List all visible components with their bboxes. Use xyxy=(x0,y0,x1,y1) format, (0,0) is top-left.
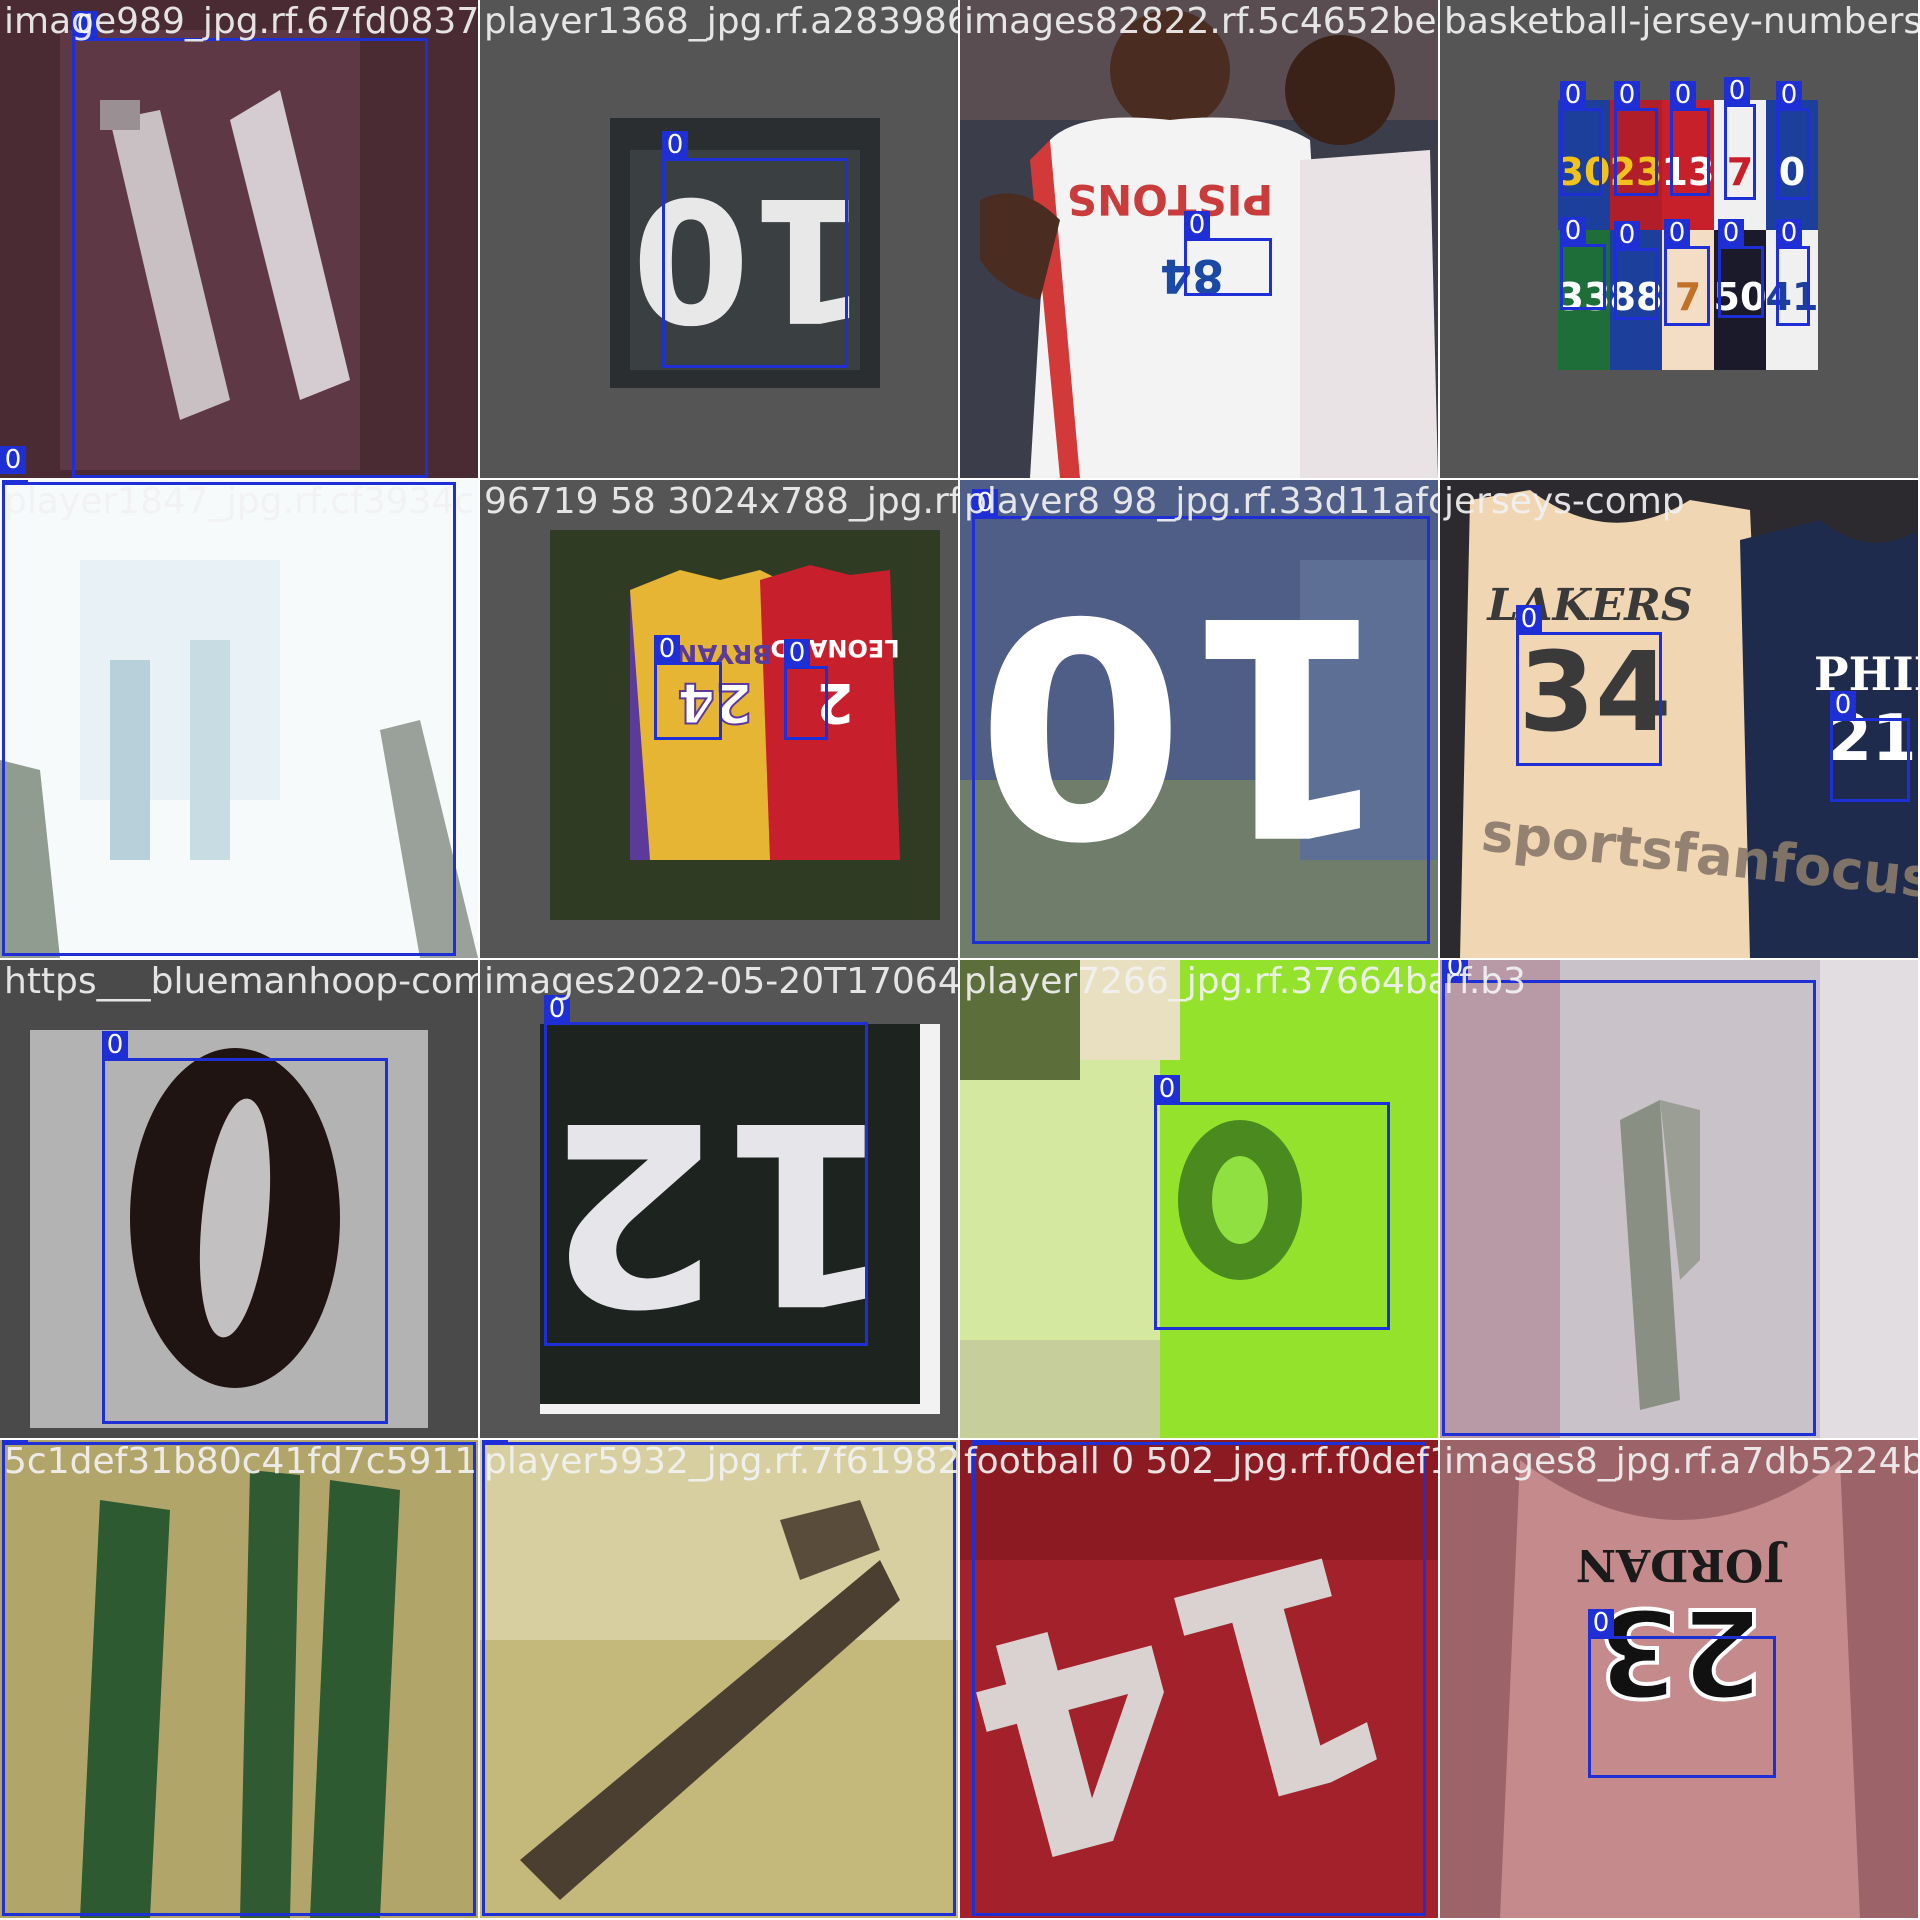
box-label: 0 xyxy=(1516,605,1542,633)
detection-box: 0 xyxy=(1664,219,1710,326)
tile-11: 0 player7266_jpg.rf.37664baff2 xyxy=(960,960,1438,1438)
tile-2: 10 0 player1368_jpg.rf.a283986b xyxy=(480,0,958,478)
tile-filename: 5c1def31b80c41fd7c59116f xyxy=(4,1441,478,1482)
box-label: 0 xyxy=(1588,1609,1614,1637)
detection-box: 0 xyxy=(784,639,828,740)
box-label: 0 xyxy=(1664,219,1690,247)
detection-box: 0 xyxy=(0,446,26,477)
tile-8: LAKERS 34 PHIL 21 sportsfanfocus.com 0 0… xyxy=(1440,480,1918,958)
detection-box: 0 xyxy=(1670,81,1710,196)
tile-10: 12 0 images2022-05-20T170642-6287_jpg.rf xyxy=(480,960,958,1438)
detection-box: 0 xyxy=(1442,960,1816,1436)
tile-filename: images82822.rf.5c4652be8f xyxy=(964,1,1438,42)
box-label: 0 xyxy=(1670,81,1696,109)
detection-box: 0 xyxy=(1776,219,1810,326)
detection-box: 0 xyxy=(972,1440,1426,1916)
detection-box: 0 xyxy=(1718,219,1764,318)
box-label: 0 xyxy=(1724,77,1750,105)
detection-box: 0 xyxy=(1516,605,1662,766)
detection-box: 0 xyxy=(1614,221,1658,320)
tile-12: 0 rf.b3 xyxy=(1440,960,1918,1438)
box-label: 0 xyxy=(1614,221,1640,249)
box-label: 0 xyxy=(1830,691,1856,719)
tile-filename: player5932_jpg.rf.7f61982c2 xyxy=(484,1441,958,1482)
tile-filename: player7266_jpg.rf.37664baff2 xyxy=(964,961,1438,1002)
detection-box: 0 xyxy=(662,131,848,368)
box-label: 0 xyxy=(662,131,688,159)
box-label: 0 xyxy=(1614,81,1640,109)
box-label: 0 xyxy=(654,635,680,663)
detection-box: 0 xyxy=(1184,211,1272,296)
detection-box: 0 xyxy=(2,480,456,956)
tile-6: BRYANT 24 LEONARD 2 0 0 96719 58 3024x78… xyxy=(480,480,958,958)
detection-box: 0 xyxy=(1776,81,1810,200)
box-label: 0 xyxy=(1718,219,1744,247)
tile-5: 0 player1847_jpg.rf.cf3934c1 xyxy=(0,480,478,958)
tile-filename: football 0 502_jpg.rf.f0def1f xyxy=(964,1441,1438,1482)
detection-box: 0 xyxy=(544,995,868,1346)
detection-box: 0 xyxy=(102,1031,388,1424)
detection-box: 0 xyxy=(1724,77,1756,200)
tile-16: JORDAN 23 0 images8_jpg.rf.a7db5224b xyxy=(1440,1440,1918,1918)
tile-filename: image989_jpg.rf.67fd08370f xyxy=(4,1,478,42)
box-label: 0 xyxy=(1154,1075,1180,1103)
box-label: 0 xyxy=(1776,81,1802,109)
tile-15: 14 0 football 0 502_jpg.rf.f0def1f xyxy=(960,1440,1438,1918)
box-label: 0 xyxy=(102,1031,128,1059)
tile-14: 0 player5932_jpg.rf.7f61982c2 xyxy=(480,1440,958,1918)
box-label: 0 xyxy=(1776,219,1802,247)
detection-box: 0 xyxy=(1560,81,1602,196)
tile-3: PISTONS 84 0 images82822.rf.5c4652be8f xyxy=(960,0,1438,478)
tile-7: 10 0 player8 98_jpg.rf.33d11afc3 xyxy=(960,480,1438,958)
detection-box: 0 xyxy=(1588,1609,1776,1778)
tile-filename: basketball-jersey-numbers-01 xyxy=(1444,1,1918,42)
detection-box: 0 xyxy=(2,1440,476,1916)
detection-box: 0 xyxy=(72,11,428,478)
box-label: 0 xyxy=(784,639,810,667)
detection-box: 0 xyxy=(972,489,1430,944)
tile-filename: images8_jpg.rf.a7db5224b xyxy=(1444,1441,1918,1482)
box-label: 0 xyxy=(1560,217,1586,245)
tile-filename: player1847_jpg.rf.cf3934c1 xyxy=(4,481,478,522)
tile-9: 0 https___bluemanhoop-com_wp-content xyxy=(0,960,478,1438)
mosaic-grid: 0 0 image989_jpg.rf.67fd08370f 10 0 play… xyxy=(0,0,1920,1920)
tile-1: 0 0 image989_jpg.rf.67fd08370f xyxy=(0,0,478,478)
detection-box: 0 xyxy=(1830,691,1910,802)
tile-filename: player1368_jpg.rf.a283986b xyxy=(484,1,958,42)
box-label: 0 xyxy=(1184,211,1210,239)
tile-filename: rf.b3 xyxy=(1444,961,1527,1002)
tile-4: 30 23 13 7 0 33 88 7 50 41 0 0 0 0 0 0 0… xyxy=(1440,0,1918,478)
tile-filename: player8 98_jpg.rf.33d11afc3 xyxy=(964,481,1438,522)
jersey-team-text: PISTONS xyxy=(1067,175,1273,224)
detection-box: 0 xyxy=(654,635,722,740)
detection-box: 0 xyxy=(1560,217,1606,310)
tile-13: 0 5c1def31b80c41fd7c59116f xyxy=(0,1440,478,1918)
box-label: 0 xyxy=(1560,81,1586,109)
detection-box: 0 xyxy=(1614,81,1658,196)
box-label: 0 xyxy=(0,446,26,474)
tile-filename: jerseys-comp xyxy=(1444,481,1685,522)
detection-box: 0 xyxy=(482,1440,956,1916)
tile-filename: 96719 58 3024x788_jpg.rf. xyxy=(484,481,958,522)
tile-filename: https___bluemanhoop-com_wp-content xyxy=(4,961,478,1002)
detection-box: 0 xyxy=(1154,1075,1390,1330)
tile-filename: images2022-05-20T170642-6287_jpg.rf xyxy=(484,961,958,1002)
